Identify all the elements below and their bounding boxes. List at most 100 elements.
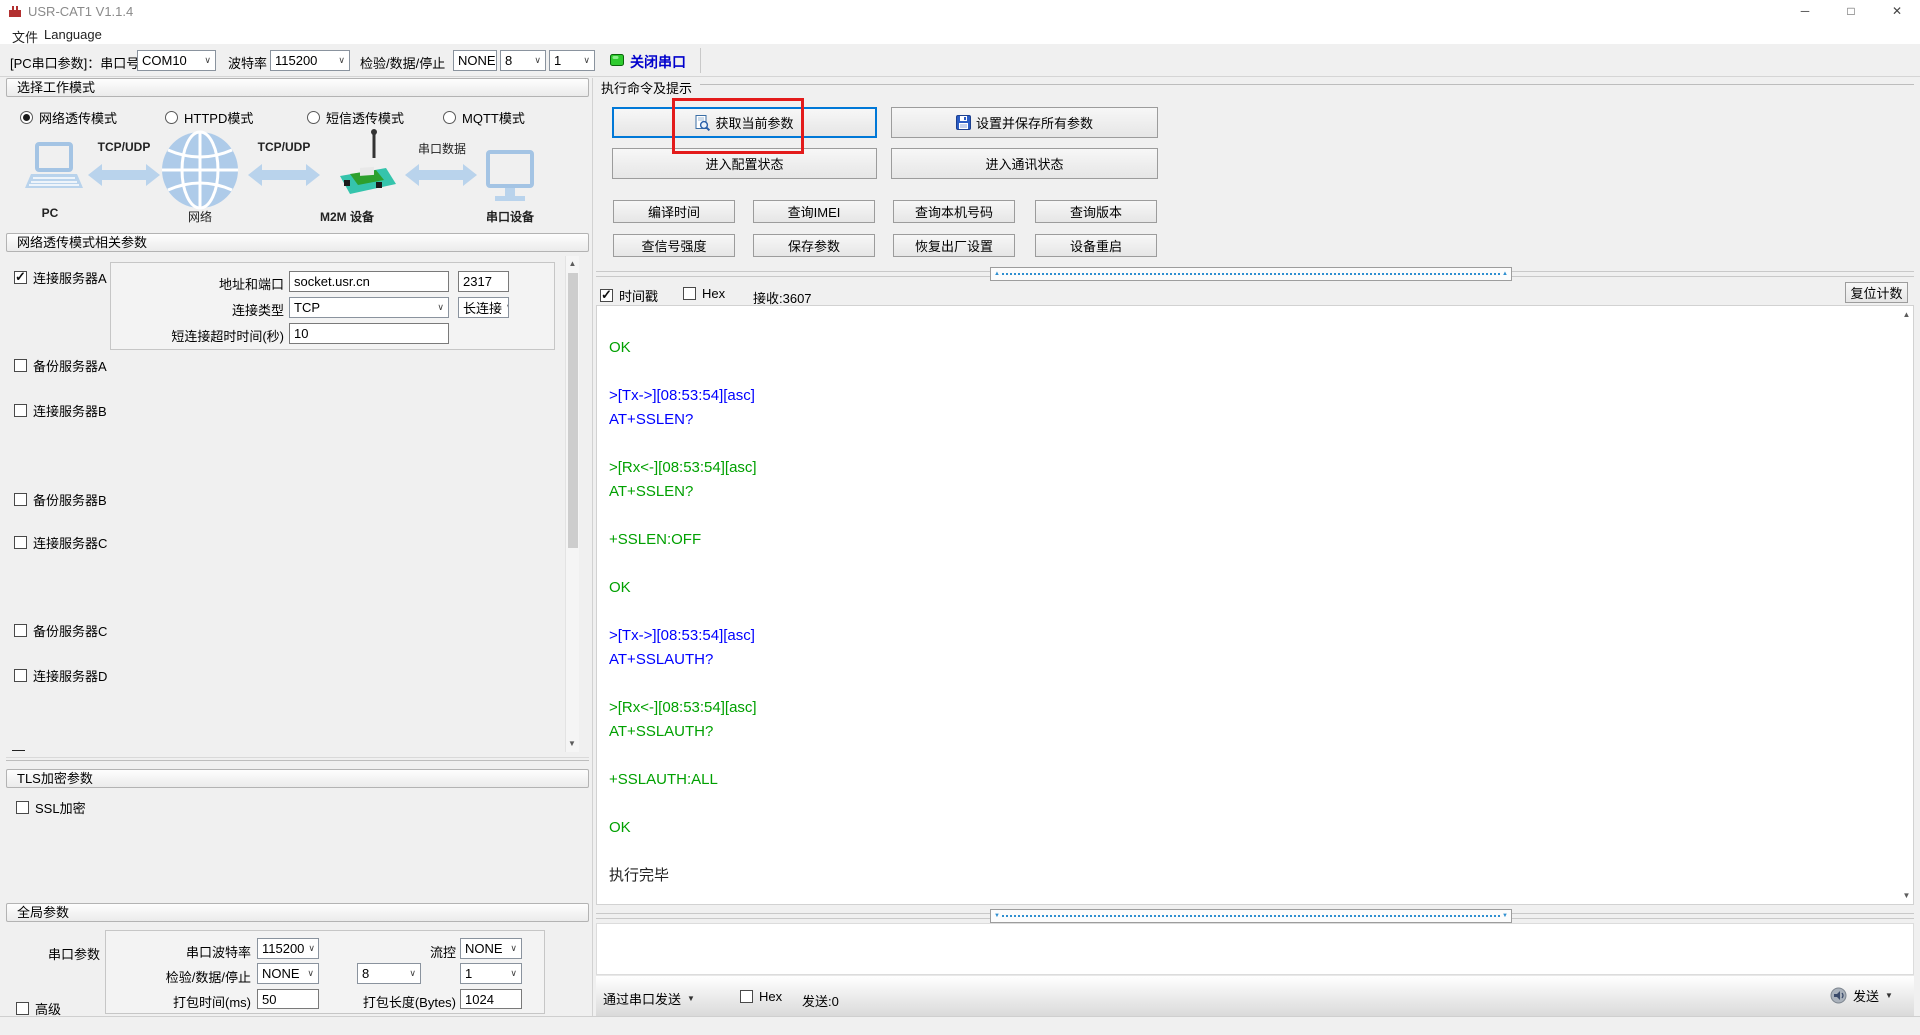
timestamp-row[interactable]: 时间戳	[600, 286, 658, 305]
chevron-down-icon: ▼	[1885, 991, 1893, 1000]
global-stopbits-select[interactable]: 1 ∨	[460, 963, 522, 984]
backup-b-row[interactable]: 备份服务器B	[14, 490, 107, 509]
send-input[interactable]	[596, 923, 1914, 975]
query-signal-button[interactable]: 查信号强度	[613, 234, 735, 257]
global-baud-select[interactable]: 115200 ∨	[257, 938, 319, 959]
pack-len-input[interactable]: 1024	[460, 989, 522, 1009]
query-imei-button[interactable]: 查询IMEI	[753, 200, 875, 223]
send-hex-row[interactable]: Hex	[740, 989, 782, 1004]
terminal-scroll-up-icon[interactable]: ▲	[1900, 307, 1913, 323]
query-version-button[interactable]: 查询版本	[1035, 200, 1157, 223]
close-serial-button[interactable]: 关闭串口	[630, 52, 686, 72]
maximize-button[interactable]: □	[1836, 2, 1866, 20]
minimize-button[interactable]: ─	[1790, 2, 1820, 20]
timeout-input[interactable]: 10	[289, 323, 449, 344]
radio-net-mode[interactable]: 网络透传模式	[20, 108, 117, 127]
baud-select[interactable]: 115200 ∨	[270, 50, 350, 71]
device-restart-button[interactable]: 设备重启	[1035, 234, 1157, 257]
terminal-line: AT+SSLEN?	[609, 411, 694, 428]
send-bar: 通过串口发送 ▼ Hex 发送:0 发送 ▼	[596, 975, 1914, 1017]
backup-a-row[interactable]: 备份服务器A	[14, 356, 107, 375]
parity-select[interactable]: NONE∨	[453, 50, 497, 71]
scrollbar-down-icon[interactable]: ▼	[565, 736, 579, 752]
global-databits-select[interactable]: 8 ∨	[357, 963, 421, 984]
conn-keep-select[interactable]: 长连接∨	[458, 297, 509, 318]
send-hex-checkbox[interactable]	[740, 990, 753, 1003]
port-input[interactable]: 2317	[458, 271, 509, 292]
conn-type-select[interactable]: TCP ∨	[289, 297, 449, 318]
server-b-checkbox[interactable]	[14, 404, 27, 417]
radio-icon[interactable]	[307, 111, 320, 124]
server-b-row[interactable]: 连接服务器B	[14, 401, 107, 420]
flow-select[interactable]: NONE ∨	[460, 938, 522, 959]
receive-scrollbar[interactable]: ▲ ▲	[990, 267, 1512, 281]
compile-time-button[interactable]: 编译时间	[613, 200, 735, 223]
send-via-serial-button[interactable]: 通过串口发送 ▼	[603, 989, 695, 1008]
monitor-icon	[486, 150, 534, 201]
slider-dots	[1001, 273, 1501, 275]
save-all-button[interactable]: 设置并保存所有参数	[891, 107, 1158, 138]
server-c-checkbox[interactable]	[14, 536, 27, 549]
ssl-checkbox[interactable]	[16, 801, 29, 814]
app-window: USR-CAT1 V1.1.4 ─ □ ✕ 文件 Language [PC串口参…	[0, 0, 1920, 1035]
diagram-node-label: PC	[41, 206, 59, 220]
databits-select[interactable]: 8 ∨	[500, 50, 546, 71]
pack-time-label: 打包时间(ms)	[173, 995, 251, 1010]
floppy-icon	[955, 115, 971, 130]
global-parity-label: 检验/数据/停止	[165, 970, 251, 985]
recv-hex-row[interactable]: Hex	[683, 286, 725, 301]
radio-icon[interactable]	[165, 111, 178, 124]
factory-reset-button[interactable]: 恢复出厂设置	[893, 234, 1015, 257]
net-params-scrollbar[interactable]: ▲	[565, 256, 579, 752]
reset-count-button[interactable]: 复位计数	[1845, 282, 1908, 303]
radio-icon[interactable]	[20, 111, 33, 124]
radio-mqtt-mode[interactable]: MQTT模式	[443, 108, 525, 127]
server-a-checkbox[interactable]	[14, 269, 27, 285]
section-header-global: 全局参数	[6, 903, 589, 922]
global-baud-label: 串口波特率	[185, 945, 251, 960]
backup-b-checkbox[interactable]	[14, 493, 27, 506]
get-params-button[interactable]: 获取当前参数	[612, 107, 877, 138]
server-a-panel: 地址和端口 socket.usr.cn 2317 连接类型 TCP∨ 长连接∨ …	[110, 262, 555, 350]
timestamp-checkbox[interactable]	[600, 287, 613, 303]
send-button[interactable]: 发送 ▼	[1830, 986, 1893, 1005]
diagram-node-label: M2M 设备	[319, 210, 374, 224]
server-d-checkbox[interactable]	[14, 669, 27, 682]
backup-a-checkbox[interactable]	[14, 359, 27, 372]
server-d-row[interactable]: 连接服务器D	[14, 666, 107, 685]
recv-hex-checkbox[interactable]	[683, 287, 696, 300]
receive-terminal[interactable]: OK >[Tx->][08:53:54][asc] AT+SSLEN? >[Rx…	[596, 305, 1914, 905]
address-input[interactable]: socket.usr.cn	[289, 271, 449, 292]
diagram-link-label: 串口数据	[417, 142, 466, 156]
enter-comm-button[interactable]: 进入通讯状态	[891, 148, 1158, 179]
close-button[interactable]: ✕	[1882, 2, 1912, 20]
terminal-line: AT+SSLEN?	[609, 483, 694, 500]
radio-httpd-mode[interactable]: HTTPD模式	[165, 108, 253, 127]
server-a-row[interactable]: 连接服务器A	[14, 268, 107, 287]
terminal-scroll-down-icon[interactable]: ▼	[1900, 888, 1913, 904]
pack-time-input[interactable]: 50	[257, 989, 319, 1009]
stopbits-select[interactable]: 1 ∨	[549, 50, 595, 71]
global-parity-select[interactable]: NONE ∨	[257, 963, 319, 984]
query-number-button[interactable]: 查询本机号码	[893, 200, 1015, 223]
server-c-row[interactable]: 连接服务器C	[14, 533, 107, 552]
enter-config-button[interactable]: 进入配置状态	[612, 148, 877, 179]
send-scrollbar[interactable]: ▼ ▼	[990, 909, 1512, 923]
scrollbar-up-icon[interactable]: ▲	[566, 256, 579, 272]
terminal-line: OK	[609, 579, 631, 596]
radio-sms-mode[interactable]: 短信透传模式	[307, 108, 404, 127]
save-params-button[interactable]: 保存参数	[753, 234, 875, 257]
backup-c-checkbox[interactable]	[14, 624, 27, 637]
menu-item-language[interactable]: Language	[40, 25, 106, 44]
backup-c-row[interactable]: 备份服务器C	[14, 621, 107, 640]
title-bar: USR-CAT1 V1.1.4 ─ □ ✕	[0, 0, 1920, 22]
serial-status-led-icon	[610, 54, 624, 66]
scrollbar-thumb[interactable]	[568, 273, 578, 548]
advanced-checkbox[interactable]	[16, 1002, 29, 1015]
radio-icon[interactable]	[443, 111, 456, 124]
com-port-select[interactable]: COM10 ∨	[137, 50, 216, 71]
ssl-row[interactable]: SSL加密	[16, 798, 86, 817]
